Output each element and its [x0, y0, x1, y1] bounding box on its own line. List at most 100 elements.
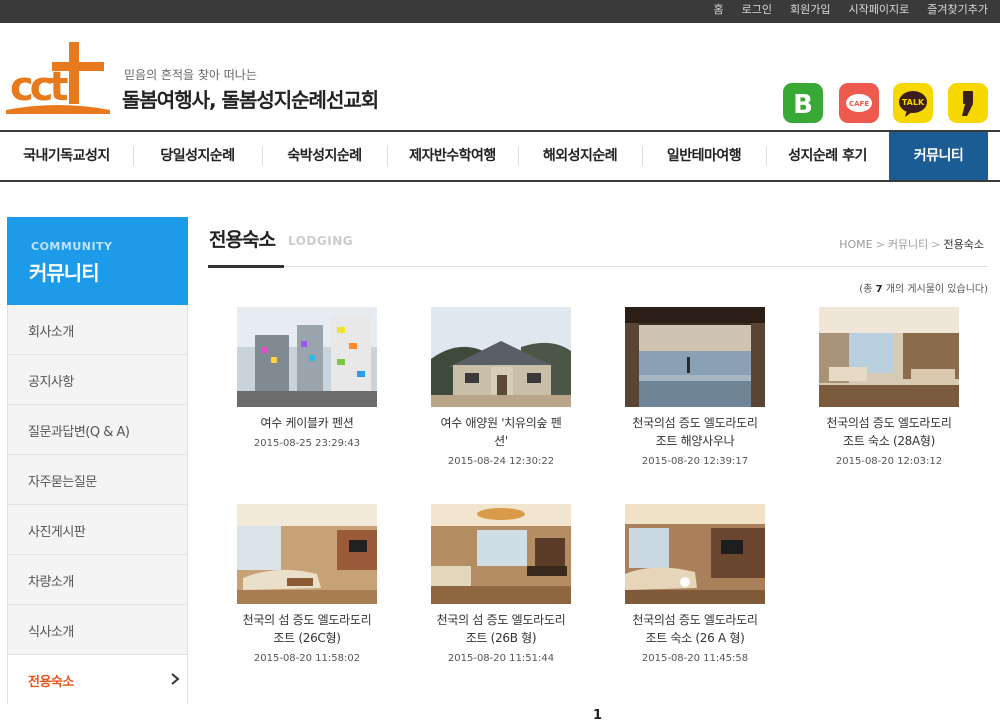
nav-community[interactable]: 커뮤니티 — [889, 132, 988, 180]
sidebar-item-label: 식사소개 — [28, 625, 74, 640]
post-title-line: 조트 (26C형) — [273, 631, 341, 645]
sidebar-menu: 회사소개 공지사항 질문과답변(Q & A) 자주묻는질문 사진게시판 차량소개… — [7, 305, 188, 704]
nav-pilgrimage-reviews[interactable]: 성지순례 후기 — [766, 132, 889, 180]
sidebar-header: COMMUNITY 커뮤니티 — [7, 217, 188, 305]
post-date: 2015-08-20 11:58:02 — [253, 653, 361, 664]
post-title-line: 천국의섬 증도 엘도라도리 — [632, 416, 758, 430]
breadcrumb-community[interactable]: 커뮤니티 — [888, 238, 928, 251]
set-homepage-link[interactable]: 시작페이지로 — [849, 0, 910, 23]
nav-day-pilgrimage[interactable]: 당일성지순례 — [133, 132, 262, 180]
photo-room-thumbnail[interactable] — [819, 307, 959, 407]
kakaostory-link-button[interactable] — [948, 83, 988, 123]
photo-building-thumbnail[interactable] — [237, 307, 377, 407]
post-title[interactable]: 여수 애양원 '치유의숲 펜 션' — [402, 414, 600, 450]
sidebar-title: 커뮤니티 — [29, 261, 100, 285]
post-date: 2015-08-20 11:51:44 — [447, 653, 555, 664]
post-title[interactable]: 천국의섬 증도 엘도라도리 조트 숙소 (26 A 형) — [596, 611, 794, 647]
sidebar-item-label: 회사소개 — [28, 325, 74, 340]
blog-icon: B — [793, 90, 813, 120]
photo-sauna-thumbnail[interactable] — [625, 307, 765, 407]
kakaotalk-icon: TALK — [899, 91, 927, 117]
kakaotalk-link-button[interactable]: TALK — [893, 83, 933, 123]
breadcrumb: HOME > 커뮤니티 > 전용숙소 — [839, 236, 984, 252]
post-title-line: 천국의섬 증도 엘도라도리 — [632, 613, 758, 627]
nav-korean-christian-sites[interactable]: 국내기독교성지 — [0, 132, 133, 180]
page-title-en: LODGING — [288, 234, 354, 248]
post-title[interactable]: 천국의섬 증도 엘도라도리 조트 숙소 (28A형) — [790, 414, 988, 450]
post-title-line: 천국의 섬 증도 엘도라도리 — [436, 613, 566, 627]
nav-stay-pilgrimage[interactable]: 숙박성지순례 — [262, 132, 387, 180]
site-tagline: 믿음의 흔적을 찾아 떠나는 — [124, 68, 257, 82]
sidebar-item-label: 자주묻는질문 — [28, 475, 97, 490]
cct-logo-icon: cct — [6, 42, 110, 114]
photo-room-thumbnail[interactable] — [625, 504, 765, 604]
site-logo[interactable]: cct — [6, 40, 110, 118]
login-link[interactable]: 로그인 — [742, 0, 772, 23]
nav-overseas-pilgrimage[interactable]: 해외성지순례 — [518, 132, 642, 180]
post-count: (총 7 개의 게시물이 있습니다) — [859, 280, 988, 295]
sidebar-item-label: 질문과답변(Q & A) — [28, 425, 130, 440]
sidebar-item-label: 공지사항 — [28, 375, 74, 390]
blog-link-button[interactable]: B — [783, 83, 823, 123]
post-title-line: 여수 애양원 '치유의숲 펜 — [440, 416, 562, 430]
post-title-line: 션' — [494, 434, 508, 448]
sidebar-item-label: 차량소개 — [28, 575, 74, 590]
post-count-suffix: 개의 게시물이 있습니다) — [885, 284, 988, 295]
post-title-line: 조트 숙소 (28A형) — [842, 434, 936, 448]
home-link[interactable]: 홈 — [714, 0, 724, 23]
post-title-line: 천국의 섬 증도 엘도라도리 — [242, 613, 372, 627]
post-count-value: 7 — [875, 284, 883, 295]
bookmark-link[interactable]: 즐겨찾기추가 — [927, 0, 988, 23]
pagination-current-page[interactable]: 1 — [593, 708, 602, 723]
post-title[interactable]: 천국의 섬 증도 엘도라도리 조트 (26B 형) — [402, 611, 600, 647]
breadcrumb-separator-icon: > — [931, 238, 941, 251]
breadcrumb-separator-icon: > — [875, 238, 885, 251]
photo-house-thumbnail[interactable] — [431, 307, 571, 407]
sidebar-item-notice[interactable]: 공지사항 — [8, 355, 187, 405]
post-date: 2015-08-20 11:45:58 — [641, 653, 749, 664]
post-title[interactable]: 천국의섬 증도 엘도라도리 조트 해양사우나 — [596, 414, 794, 450]
post-title[interactable]: 여수 케이블카 펜션 — [208, 414, 406, 432]
top-utility-bar: 홈 로그인 회원가입 시작페이지로 즐겨찾기추가 — [0, 0, 1000, 23]
nav-theme-travel[interactable]: 일반테마여행 — [642, 132, 766, 180]
photo-room-thumbnail[interactable] — [237, 504, 377, 604]
cafe-link-button[interactable]: CAFE — [839, 83, 879, 123]
sidebar-item-photo-board[interactable]: 사진게시판 — [8, 505, 187, 555]
post-date: 2015-08-24 12:30:22 — [447, 456, 555, 467]
sidebar-item-qna[interactable]: 질문과답변(Q & A) — [8, 405, 187, 455]
top-links: 홈 로그인 회원가입 시작페이지로 즐겨찾기추가 — [696, 0, 988, 23]
sidebar-item-faq[interactable]: 자주묻는질문 — [8, 455, 187, 505]
page-title: 전용숙소 — [209, 229, 276, 251]
photo-room-thumbnail[interactable] — [431, 504, 571, 604]
post-title-line: 조트 (26B 형) — [465, 631, 537, 645]
main-navigation: 국내기독교성지 당일성지순례 숙박성지순례 제자반수학여행 해외성지순례 일반테… — [0, 130, 1000, 182]
sidebar-item-lodging[interactable]: 전용숙소 — [8, 655, 187, 704]
svg-text:cct: cct — [10, 64, 68, 110]
sidebar-item-company[interactable]: 회사소개 — [8, 305, 187, 355]
post-date: 2015-08-25 23:29:43 — [253, 438, 361, 449]
cafe-icon: CAFE — [846, 94, 872, 112]
sidebar-item-label: 사진게시판 — [28, 525, 86, 540]
sidebar-title-en: COMMUNITY — [31, 240, 113, 253]
breadcrumb-current: 전용숙소 — [943, 238, 984, 251]
kakaostory-icon — [962, 91, 973, 116]
signup-link[interactable]: 회원가입 — [790, 0, 830, 23]
post-title-line: 조트 해양사우나 — [655, 434, 735, 448]
chevron-right-icon — [171, 673, 180, 685]
post-title-line: 조트 숙소 (26 A 형) — [645, 631, 745, 645]
svg-text:TALK: TALK — [902, 98, 925, 107]
post-title-line: 천국의섬 증도 엘도라도리 — [826, 416, 952, 430]
title-divider — [208, 266, 988, 267]
post-title-line: 여수 케이블카 펜션 — [260, 416, 354, 430]
post-date: 2015-08-20 12:39:17 — [641, 456, 749, 467]
sidebar-item-label: 전용숙소 — [28, 675, 74, 690]
svg-text:B: B — [793, 90, 813, 120]
post-count-prefix: (총 — [859, 284, 873, 295]
sidebar-item-vehicles[interactable]: 차량소개 — [8, 555, 187, 605]
site-brand-name[interactable]: 돌봄여행사, 돌봄성지순례선교회 — [122, 84, 379, 113]
post-title[interactable]: 천국의 섬 증도 엘도라도리 조트 (26C형) — [208, 611, 406, 647]
nav-school-trip[interactable]: 제자반수학여행 — [387, 132, 518, 180]
title-underline — [208, 265, 284, 268]
breadcrumb-home[interactable]: HOME — [839, 238, 872, 251]
sidebar-item-meals[interactable]: 식사소개 — [8, 605, 187, 655]
